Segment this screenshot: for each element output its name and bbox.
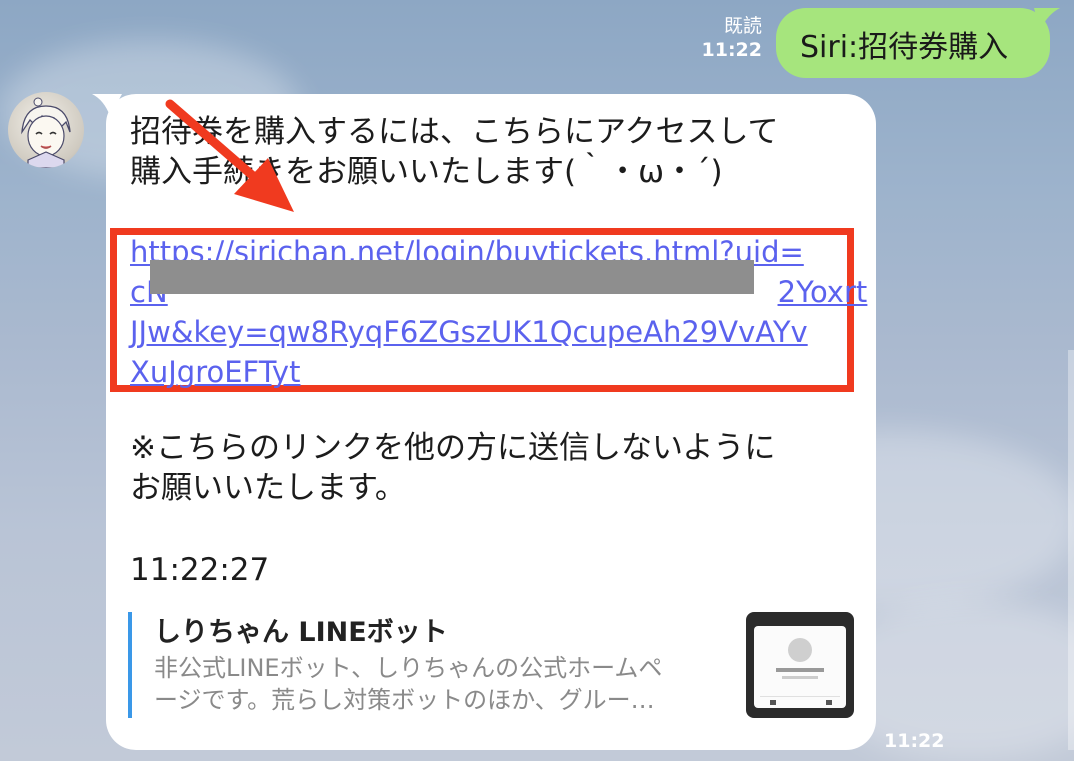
link-line-2-tail[interactable]: 2Yoxrt <box>778 275 868 309</box>
link-line-4[interactable]: XuJgroEFTyt <box>130 352 867 392</box>
thumbnail-profile-icon <box>760 638 840 705</box>
scrollbar[interactable] <box>1068 350 1074 750</box>
link-line-3[interactable]: JJw&key=qw8RyqF6ZGszUK1QcupeAh29VvAYv <box>130 312 867 352</box>
outgoing-message-text: Siri:招待券購入 <box>800 30 1009 65</box>
read-receipt: 既読 <box>723 15 762 37</box>
outgoing-meta: 既読 11:22 <box>702 14 762 62</box>
warning-line-2: お願いいたします。 <box>130 470 406 506</box>
preview-desc-line-2: ージです。荒らし対策ボットのほか、グルー… <box>154 686 655 714</box>
preview-accent-bar <box>128 612 132 718</box>
warning-message: ※こちらのリンクを他の方に送信しないように お願いいたします。 <box>130 428 775 508</box>
preview-thumbnail[interactable] <box>746 612 854 718</box>
bot-avatar[interactable] <box>8 92 84 168</box>
outgoing-message-bubble[interactable]: Siri:招待券購入 <box>776 8 1050 78</box>
incoming-time: 11:22 <box>884 730 945 752</box>
warning-line-1: ※こちらのリンクを他の方に送信しないように <box>130 430 776 466</box>
anime-face-icon <box>21 97 71 168</box>
outgoing-time: 11:22 <box>701 39 762 61</box>
purchase-link[interactable]: https://sirichan.net/login/buytickets.ht… <box>130 232 867 392</box>
red-arrow-icon <box>165 99 294 212</box>
redaction-bar <box>150 260 754 294</box>
thumbnail-card <box>754 626 846 708</box>
message-timestamp: 11:22:27 <box>130 552 270 588</box>
preview-description: 非公式LINEボット、しりちゃんの公式ホームペ ージです。荒らし対策ボットのほか… <box>154 652 724 716</box>
preview-title[interactable]: しりちゃん LINEボット <box>154 610 448 649</box>
preview-desc-line-1: 非公式LINEボット、しりちゃんの公式ホームペ <box>154 654 663 682</box>
